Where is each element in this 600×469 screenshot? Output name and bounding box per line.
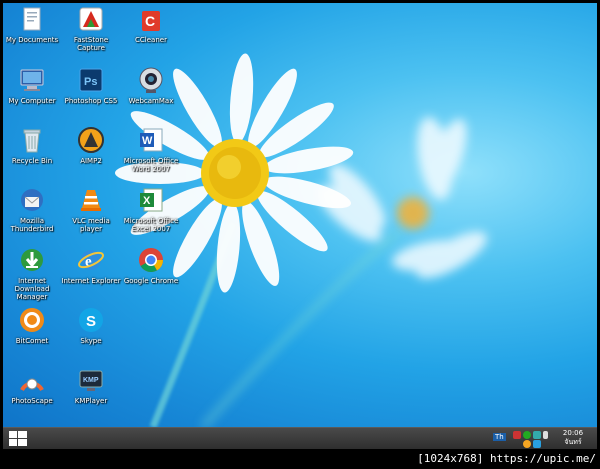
computer-icon	[18, 66, 46, 94]
word-icon: W	[137, 126, 165, 154]
svg-text:C: C	[145, 13, 155, 29]
screenshot-footer: [1024x768] https://upic.me/	[0, 449, 600, 469]
taskbar-clock[interactable]: 20:06 จันทร์	[551, 429, 595, 447]
desktop-icon-excel-2007[interactable]: X Microsoft Office Excel 2007	[121, 186, 181, 233]
desktop-icon-label: Photoshop CS5	[64, 97, 118, 105]
svg-text:X: X	[143, 195, 151, 207]
desktop-icon-my-documents[interactable]: My Documents	[2, 5, 62, 44]
desktop-icon-label: Google Chrome	[123, 277, 179, 285]
desktop-icon-label: BitComet	[15, 337, 49, 345]
internet-explorer-icon: e	[77, 246, 105, 274]
desktop-icon-label: CCleaner	[135, 36, 167, 44]
upload-watermark: [1024x768] https://upic.me/	[417, 452, 596, 465]
desktop-icon-my-computer[interactable]: My Computer	[2, 66, 62, 105]
chrome-icon	[137, 246, 165, 274]
desktop-icon-label: Microsoft Office Excel 2007	[123, 217, 179, 233]
desktop-icon-label: My Computer	[8, 97, 56, 105]
vlc-icon	[77, 186, 105, 214]
desktop-icon-kmplayer[interactable]: KMP KMPlayer	[61, 366, 121, 405]
recycle-bin-icon	[18, 126, 46, 154]
desktop-icon-photoshop[interactable]: Ps Photoshop CS5	[61, 66, 121, 105]
tray-network-icon[interactable]	[523, 431, 531, 439]
excel-icon: X	[137, 186, 165, 214]
tray-arrow-icon[interactable]	[513, 431, 521, 439]
desktop-icon-photoscape[interactable]: PhotoScape	[2, 366, 62, 405]
desktop-icon-word-2007[interactable]: W Microsoft Office Word 2007	[121, 126, 181, 173]
desktop-icon-label: WebcamMax	[128, 97, 174, 105]
windows-logo-icon	[9, 431, 27, 447]
desktop-icon-thunderbird[interactable]: Mozilla Thunderbird	[2, 186, 62, 233]
desktop-icon-label: Recycle Bin	[11, 157, 53, 165]
desktop-icon-label: Skype	[80, 337, 102, 345]
desktop-icon-google-chrome[interactable]: Google Chrome	[121, 246, 181, 285]
bitcomet-icon	[18, 306, 46, 334]
start-button[interactable]	[9, 431, 27, 447]
desktop-icon-label: FastStone Capture	[73, 36, 109, 52]
desktop-icon-webcammax[interactable]: WebcamMax	[121, 66, 181, 105]
language-indicator[interactable]: Th	[493, 433, 506, 441]
webcammax-icon	[137, 66, 165, 94]
desktop-icon-label: VLC media player	[72, 217, 110, 233]
system-tray	[511, 430, 551, 448]
desktop-icon-aimp[interactable]: AIMP2	[61, 126, 121, 165]
desktop-icon-label: Microsoft Office Word 2007	[123, 157, 179, 173]
svg-text:W: W	[142, 135, 153, 147]
desktop-icon-bitcomet[interactable]: BitComet	[2, 306, 62, 345]
volume-icon[interactable]	[543, 431, 548, 439]
desktop-icon-label: My Documents	[5, 36, 59, 44]
desktop-icon-internet-explorer[interactable]: e Internet Explorer	[61, 246, 121, 285]
desktop-icon-label: Mozilla Thunderbird	[10, 217, 54, 233]
desktop-icon-idm[interactable]: Internet Download Manager	[2, 246, 62, 301]
desktop-icon-label: Internet Download Manager	[14, 277, 50, 301]
skype-icon: S	[77, 306, 105, 334]
desktop-icon-ccleaner[interactable]: C CCleaner	[121, 5, 181, 44]
desktop-icon-label: PhotoScape	[11, 397, 53, 405]
desktop-icon-skype[interactable]: S Skype	[61, 306, 121, 345]
desktop-icon-label: Internet Explorer	[61, 277, 121, 285]
photoscape-icon	[18, 366, 46, 394]
photoshop-icon: Ps	[77, 66, 105, 94]
desktop-icon-faststone-capture[interactable]: FastStone Capture	[61, 5, 121, 52]
desktop-icon-vlc[interactable]: VLC media player	[61, 186, 121, 233]
desktop-icon-label: KMPlayer	[74, 397, 108, 405]
clock-time: 20:06	[562, 429, 584, 437]
svg-text:S: S	[86, 313, 96, 330]
aimp-icon	[77, 126, 105, 154]
faststone-capture-icon	[77, 5, 105, 33]
tray-flag-icon[interactable]	[533, 431, 541, 439]
tray-shield-icon[interactable]	[533, 440, 541, 448]
taskbar: Th 20:06 จันทร์	[3, 427, 597, 450]
idm-icon	[18, 246, 46, 274]
desktop-icon-recycle-bin[interactable]: Recycle Bin	[2, 126, 62, 165]
svg-text:Ps: Ps	[84, 76, 97, 88]
ccleaner-icon: C	[137, 5, 165, 33]
clock-day: จันทร์	[564, 438, 582, 446]
tray-app-icon[interactable]	[523, 440, 531, 448]
thunderbird-icon	[18, 186, 46, 214]
svg-text:KMP: KMP	[83, 377, 99, 384]
kmplayer-icon: KMP	[77, 366, 105, 394]
documents-icon	[18, 5, 46, 33]
desktop-icon-label: AIMP2	[80, 157, 102, 165]
desktop-screen: My Documents My Computer Recycle Bin Moz…	[0, 0, 600, 469]
